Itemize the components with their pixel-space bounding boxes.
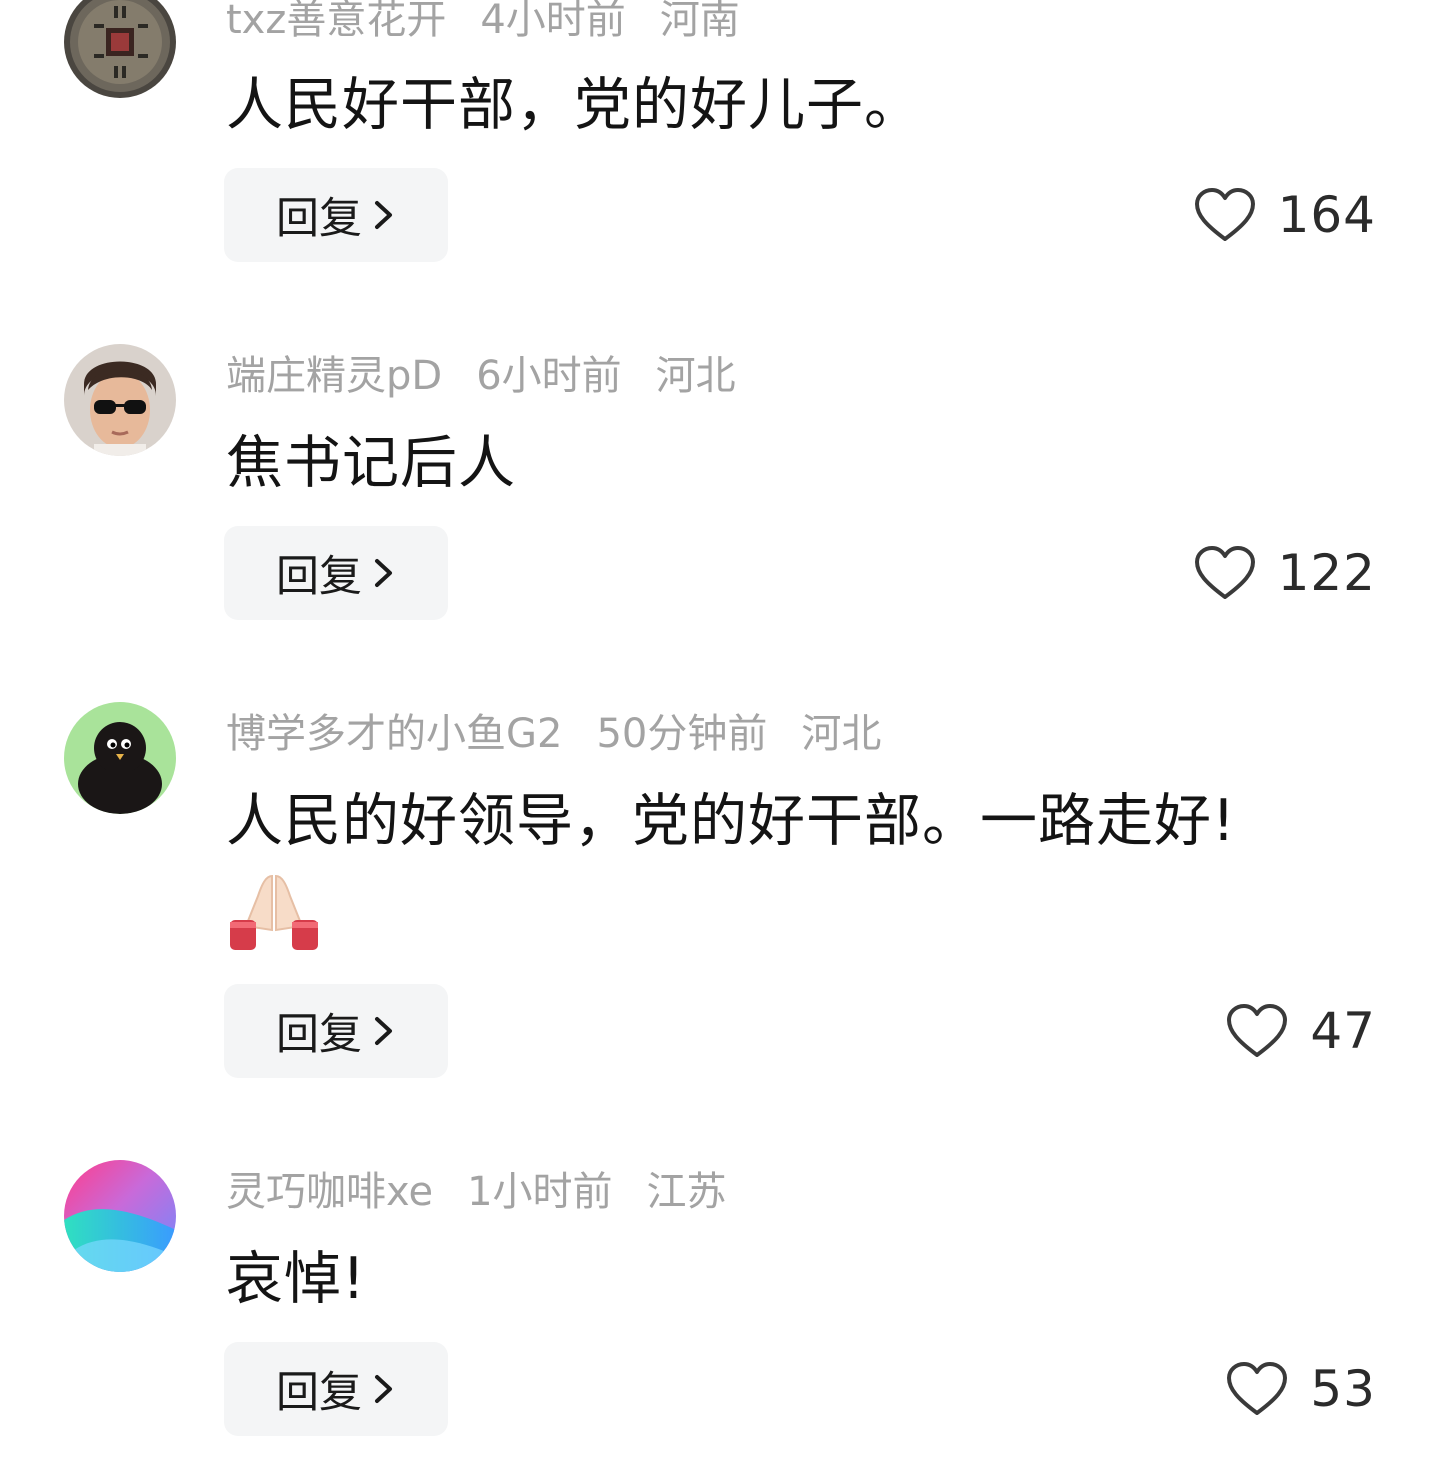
black-bird-avatar-icon xyxy=(64,702,176,814)
reply-label: 回复 xyxy=(276,552,362,602)
chevron-right-icon xyxy=(375,201,392,229)
heart-icon xyxy=(1194,546,1255,599)
comment-text: 焦书记后人 xyxy=(226,430,516,496)
location: 河北 xyxy=(655,353,736,399)
like-count: 53 xyxy=(1310,1360,1376,1418)
like-button[interactable]: 122 xyxy=(1194,526,1376,620)
avatar[interactable] xyxy=(64,0,176,98)
location: 江苏 xyxy=(646,1169,727,1215)
avatar[interactable] xyxy=(64,702,176,814)
praying-hands-emoji-icon xyxy=(230,874,318,950)
username[interactable]: 灵巧咖啡xe xyxy=(226,1169,433,1215)
comment-meta: 灵巧咖啡xe 1小时前 江苏 xyxy=(226,1168,761,1216)
comment-meta: txz善意花开 4小时前 河南 xyxy=(226,0,774,44)
comment-text: 人民好干部，党的好儿子。 xyxy=(226,72,922,138)
reply-button[interactable]: 回复 xyxy=(224,1342,448,1436)
comment-text: 人民的好领导，党的好干部。一路走好! xyxy=(226,788,1236,854)
coin-avatar-icon xyxy=(64,0,176,98)
reply-label: 回复 xyxy=(276,194,362,244)
chevron-right-icon xyxy=(375,559,392,587)
like-count: 164 xyxy=(1277,186,1376,244)
username[interactable]: 端庄精灵pD xyxy=(226,353,442,399)
comment-meta: 博学多才的小鱼G2 50分钟前 河北 xyxy=(226,710,915,758)
heart-icon xyxy=(1227,1004,1288,1057)
reply-button[interactable]: 回复 xyxy=(224,984,448,1078)
reply-button[interactable]: 回复 xyxy=(224,526,448,620)
reply-button[interactable]: 回复 xyxy=(224,168,448,262)
heart-icon xyxy=(1227,1362,1288,1415)
chevron-right-icon xyxy=(375,1017,392,1045)
username[interactable]: txz善意花开 xyxy=(226,0,446,43)
reply-label: 回复 xyxy=(276,1368,362,1418)
timestamp: 1小时前 xyxy=(467,1169,613,1215)
location: 河北 xyxy=(801,711,882,757)
avatar[interactable] xyxy=(64,1160,176,1272)
username[interactable]: 博学多才的小鱼G2 xyxy=(226,711,562,757)
comment-meta: 端庄精灵pD 6小时前 河北 xyxy=(226,352,770,400)
timestamp: 6小时前 xyxy=(476,353,622,399)
like-button[interactable]: 164 xyxy=(1194,168,1376,262)
like-count: 122 xyxy=(1277,544,1376,602)
timestamp: 4小时前 xyxy=(480,0,626,43)
reply-label: 回复 xyxy=(276,1010,362,1060)
chevron-right-icon xyxy=(375,1375,392,1403)
like-button[interactable]: 47 xyxy=(1226,984,1376,1078)
location: 河南 xyxy=(659,0,740,43)
avatar[interactable] xyxy=(64,344,176,456)
gradient-avatar-icon xyxy=(64,1160,176,1272)
sunglasses-man-avatar-icon xyxy=(64,344,176,456)
timestamp: 50分钟前 xyxy=(596,711,768,757)
like-count: 47 xyxy=(1310,1002,1376,1060)
like-button[interactable]: 53 xyxy=(1226,1342,1376,1436)
comment-text: 哀悼! xyxy=(226,1246,366,1312)
heart-icon xyxy=(1194,188,1255,241)
